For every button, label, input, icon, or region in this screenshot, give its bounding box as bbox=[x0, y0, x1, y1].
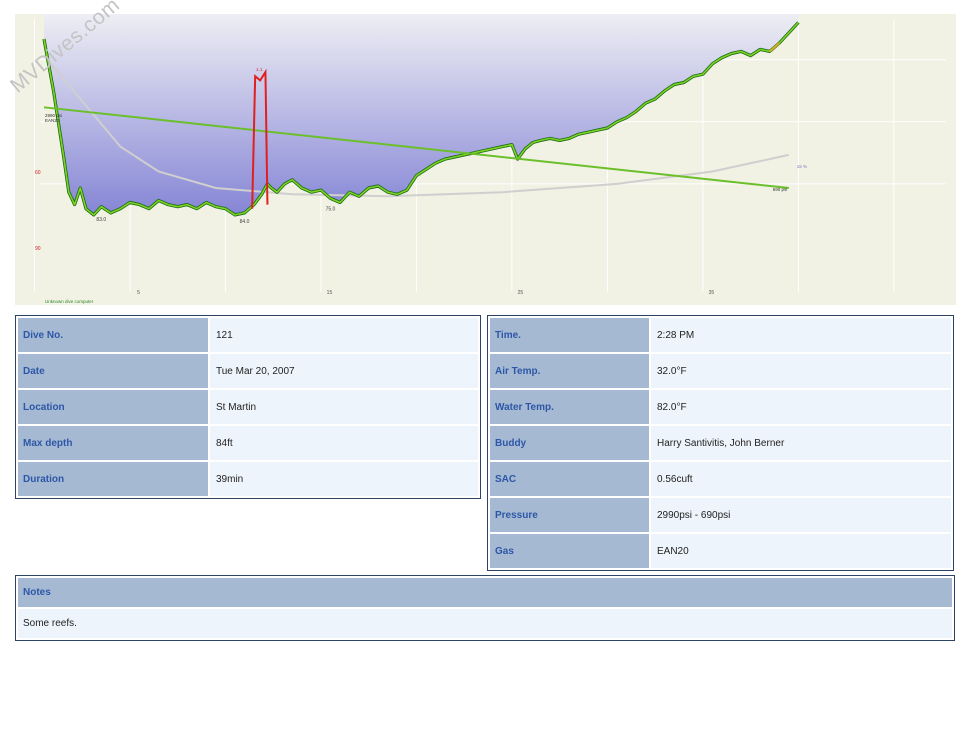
y-tick-label: 60 bbox=[35, 170, 41, 176]
sac-label: SAC bbox=[490, 462, 649, 496]
time-value: 2:28 PM bbox=[651, 318, 951, 352]
notes-value: Some reefs. bbox=[18, 609, 952, 638]
pressure-end-label: 690 psi bbox=[773, 187, 788, 192]
buddy-label: Buddy bbox=[490, 426, 649, 460]
table-row: Date Tue Mar 20, 2007 bbox=[18, 354, 478, 388]
pressure-value: 2990psi - 690psi bbox=[651, 498, 951, 532]
x-tick-label: 15 bbox=[327, 290, 333, 296]
date-value: Tue Mar 20, 2007 bbox=[210, 354, 478, 388]
dive-no-value: 121 bbox=[210, 318, 478, 352]
time-label: Time. bbox=[490, 318, 649, 352]
air-temp-label: Air Temp. bbox=[490, 354, 649, 388]
y-tick-label: 90 bbox=[35, 246, 41, 252]
dive-computer-label: Unknown dive computer bbox=[45, 299, 94, 304]
date-label: Date bbox=[18, 354, 208, 388]
location-value: St Martin bbox=[210, 390, 478, 424]
depth-label: 83.0 bbox=[96, 217, 106, 223]
max-depth-label: Max depth bbox=[18, 426, 208, 460]
gas-label: Gas bbox=[490, 534, 649, 568]
depth-label: 84.0 bbox=[240, 219, 250, 225]
max-depth-value: 84ft bbox=[210, 426, 478, 460]
gas-label: EAN20 bbox=[45, 118, 60, 123]
water-temp-value: 82.0°F bbox=[651, 390, 951, 424]
sac-value: 0.56cuft bbox=[651, 462, 951, 496]
dive-profile-chart: 60905 15 25 3583.0 84.075.02990 psiEAN20690 … bbox=[15, 14, 956, 305]
depth-label: 75.0 bbox=[326, 207, 336, 213]
duration-label: Duration bbox=[18, 462, 208, 496]
table-row: Time. 2:28 PM bbox=[490, 318, 951, 352]
table-row: Duration 39min bbox=[18, 462, 478, 496]
buddy-value: Harry Santivitis, John Berner bbox=[651, 426, 951, 460]
x-tick-label: 35 bbox=[709, 290, 715, 296]
table-row: SAC 0.56cuft bbox=[490, 462, 951, 496]
notes-label: Notes bbox=[18, 578, 952, 607]
dive-info-right-panel: Time. 2:28 PM Air Temp. 32.0°F Water Tem… bbox=[487, 315, 954, 571]
duration-value: 39min bbox=[210, 462, 478, 496]
gas-value: EAN20 bbox=[651, 534, 951, 568]
table-row: Max depth 84ft bbox=[18, 426, 478, 460]
ndl-label: 15 % bbox=[797, 164, 807, 169]
water-temp-label: Water Temp. bbox=[490, 390, 649, 424]
table-row: Pressure 2990psi - 690psi bbox=[490, 498, 951, 532]
spike-label: 1.1 bbox=[256, 67, 263, 72]
pressure-label: Pressure bbox=[490, 498, 649, 532]
dive-no-label: Dive No. bbox=[18, 318, 208, 352]
location-label: Location bbox=[18, 390, 208, 424]
notes-panel: Notes Some reefs. bbox=[15, 575, 955, 641]
table-row: Location St Martin bbox=[18, 390, 478, 424]
table-row: Dive No. 121 bbox=[18, 318, 478, 352]
x-tick-label: 5 bbox=[137, 290, 140, 296]
table-row: Water Temp. 82.0°F bbox=[490, 390, 951, 424]
air-temp-value: 32.0°F bbox=[651, 354, 951, 388]
table-row: Gas EAN20 bbox=[490, 534, 951, 568]
table-row: Air Temp. 32.0°F bbox=[490, 354, 951, 388]
dive-info-left-panel: Dive No. 121 Date Tue Mar 20, 2007 Locat… bbox=[15, 315, 481, 499]
x-tick-label: 25 bbox=[518, 290, 524, 296]
table-row: Buddy Harry Santivitis, John Berner bbox=[490, 426, 951, 460]
